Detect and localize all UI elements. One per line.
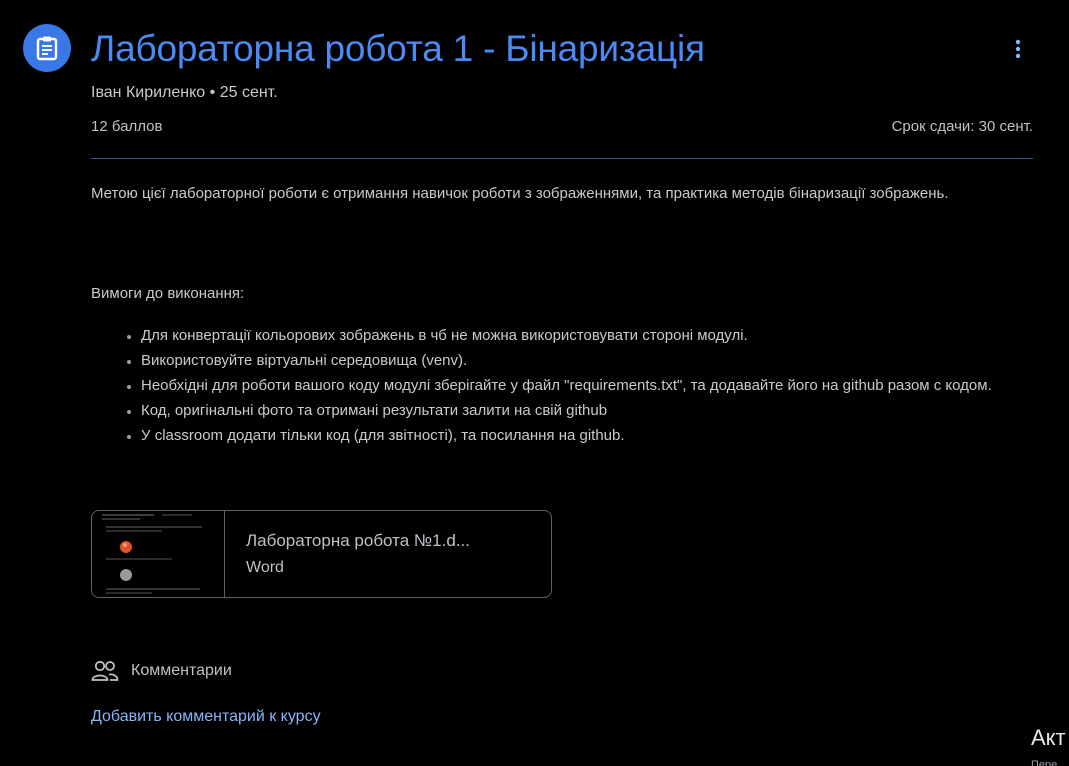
assignment-page: Лабораторна робота 1 - Бінаризація Іван … bbox=[0, 0, 1069, 766]
class-comments-header: Комментарии bbox=[91, 659, 232, 683]
list-item: Код, оригінальні фото та отримані резуль… bbox=[141, 398, 1051, 423]
attachment-info: Лабораторна робота №1.d... Word bbox=[225, 511, 470, 597]
more-options-button[interactable] bbox=[1003, 32, 1033, 66]
list-item: Для конвертації кольорових зображень в ч… bbox=[141, 323, 1051, 348]
points-label: 12 баллов bbox=[91, 118, 163, 135]
assignment-icon bbox=[23, 24, 71, 72]
meta-separator: • bbox=[209, 84, 216, 101]
requirements-title: Вимоги до виконання: bbox=[91, 285, 245, 302]
assignment-description: Метою цієї лабораторної роботи є отриман… bbox=[91, 185, 949, 202]
due-date: Срок сдачи: 30 сент. bbox=[891, 118, 1033, 135]
people-icon bbox=[91, 660, 119, 681]
list-item: Використовуйте віртуальні середовища (ve… bbox=[141, 348, 1051, 373]
assignment-title: Лабораторна робота 1 - Бінаризація bbox=[91, 28, 705, 69]
attachment-card[interactable]: Лабораторна робота №1.d... Word bbox=[91, 510, 552, 598]
author-name: Іван Кириленко bbox=[91, 84, 206, 101]
activation-watermark-sub: Пере bbox=[1031, 759, 1058, 766]
document-thumbnail bbox=[92, 511, 225, 597]
add-class-comment-link[interactable]: Добавить комментарий к курсу bbox=[91, 706, 321, 728]
assignment-meta: Іван Кириленко • 25 сент. bbox=[91, 83, 278, 103]
attachment-name[interactable]: Лабораторна робота №1.d... bbox=[246, 530, 470, 552]
activation-watermark: Акт bbox=[1031, 725, 1066, 750]
list-item: Необхідні для роботи вашого коду модулі … bbox=[141, 373, 1051, 398]
document-preview-icon bbox=[102, 514, 202, 594]
posted-date: 25 сент. bbox=[219, 84, 278, 101]
attachment-type: Word bbox=[246, 559, 284, 576]
more-vert-icon bbox=[1015, 39, 1021, 59]
requirements-list: Для конвертації кольорових зображень в ч… bbox=[91, 323, 1051, 448]
comments-label: Комментарии bbox=[131, 662, 232, 679]
list-item: У classroom додати тільки код (для звітн… bbox=[141, 423, 1051, 448]
header-divider bbox=[91, 158, 1033, 159]
